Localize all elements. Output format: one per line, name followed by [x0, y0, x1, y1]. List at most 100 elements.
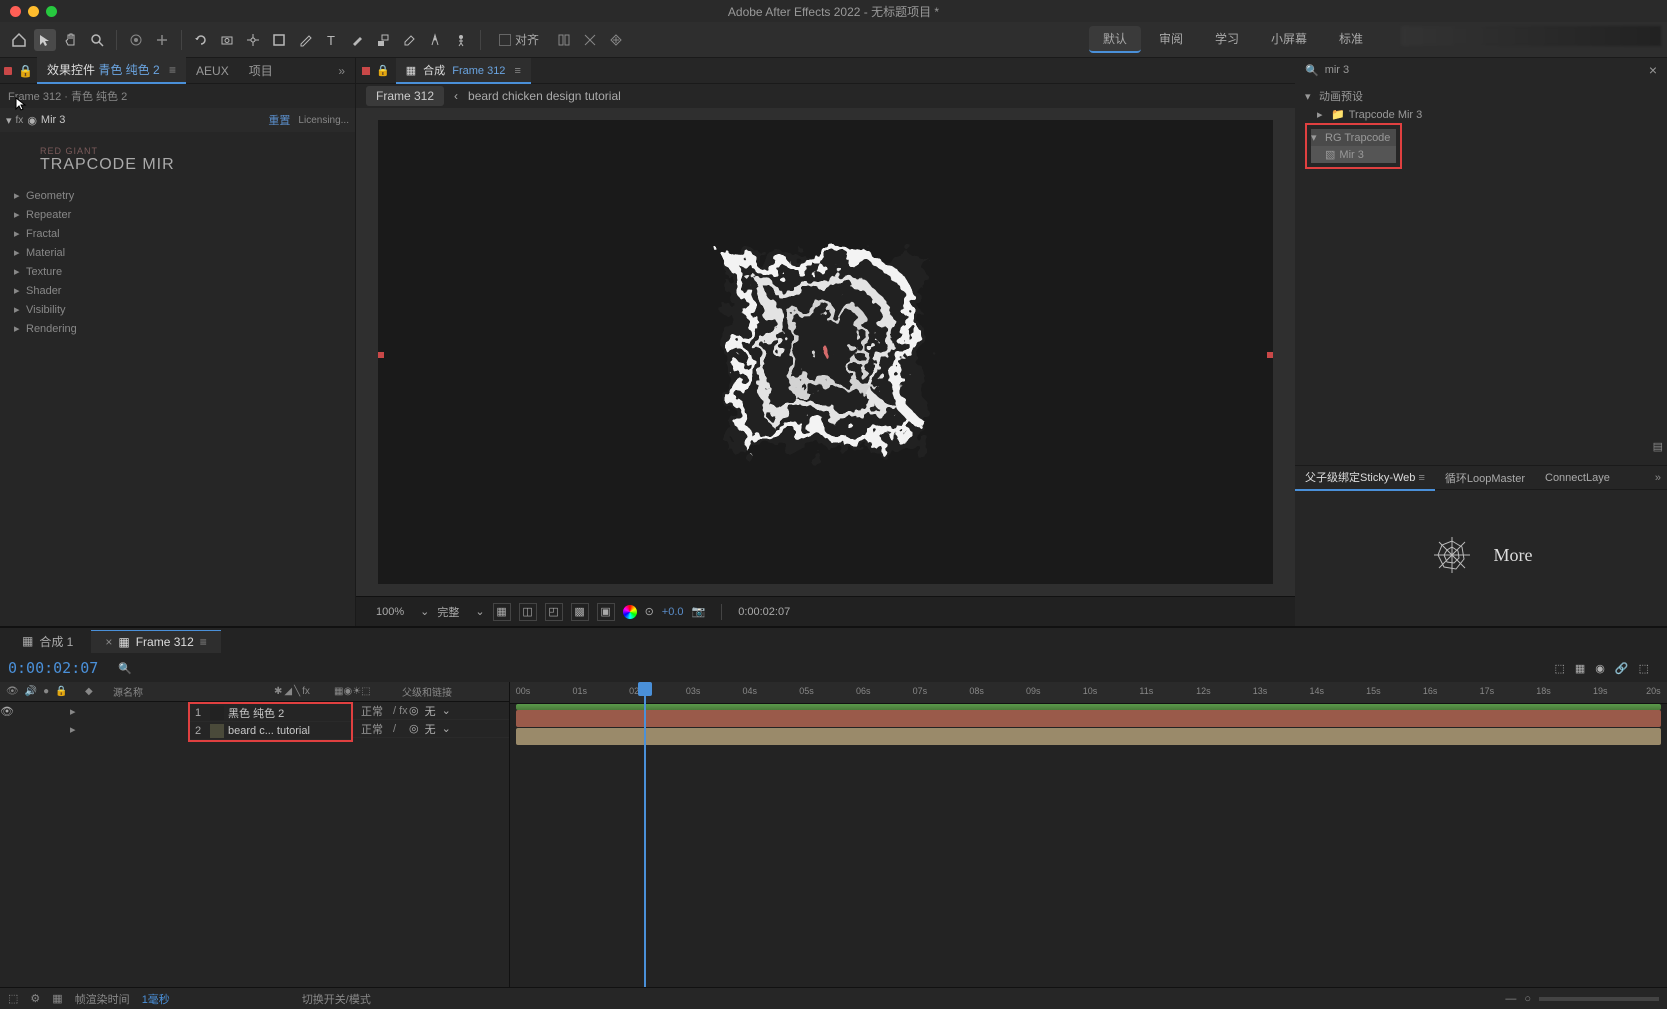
twisty-icon[interactable]: ▾ — [6, 114, 12, 127]
roto-tool-icon[interactable] — [424, 29, 446, 51]
prop-fractal[interactable]: ▸Fractal — [14, 224, 341, 243]
hand-tool-icon[interactable] — [60, 29, 82, 51]
tab-aeux[interactable]: AEUX — [186, 60, 239, 82]
tf-zoom-slider[interactable]: ○ — [1524, 993, 1531, 1005]
home-icon[interactable] — [8, 29, 30, 51]
search-clear-icon[interactable]: × — [1649, 62, 1657, 78]
scripts-overflow-icon[interactable]: » — [1649, 472, 1667, 484]
transparency-icon[interactable]: ▩ — [571, 603, 589, 621]
lock-icon[interactable]: 🔒 — [376, 64, 390, 77]
pen-tool-icon[interactable] — [294, 29, 316, 51]
effect-licensing[interactable]: Licensing... — [298, 115, 349, 126]
panel-close-icon[interactable] — [4, 67, 12, 75]
zoom-tool-icon[interactable] — [86, 29, 108, 51]
layer2-mode[interactable]: 正常 — [361, 721, 383, 737]
layer1-parent[interactable]: 无 — [425, 703, 436, 719]
layer1-visibility[interactable]: 👁 — [0, 705, 14, 718]
eraser-tool-icon[interactable] — [398, 29, 420, 51]
effect-reset[interactable]: 重置 — [268, 112, 290, 128]
exposure-reset-icon[interactable]: ⊙ — [645, 605, 654, 618]
anchor-tool-icon[interactable] — [242, 29, 264, 51]
timeline-tab-frame312[interactable]: ×▦Frame 312≡ — [91, 630, 220, 653]
search-query[interactable]: mir 3 — [1325, 64, 1643, 76]
rotate-tool-icon[interactable] — [190, 29, 212, 51]
orbit-tool-icon[interactable] — [125, 29, 147, 51]
sw-quality-icon[interactable]: ╲ — [294, 686, 300, 697]
snap-opt3-icon[interactable] — [605, 29, 627, 51]
layer-row-2[interactable]: 2 beard c... tutorial — [190, 722, 351, 740]
type-tool-icon[interactable]: T — [320, 29, 342, 51]
panel-resize-icon[interactable]: ▤ — [1653, 440, 1663, 453]
layer2-expand-icon[interactable]: ▸ — [70, 723, 76, 736]
col-parent[interactable]: 父级和链接 — [394, 684, 509, 699]
panel-close-icon[interactable] — [362, 67, 370, 75]
col-label-icon[interactable]: ◆ — [85, 686, 99, 697]
tab-connectlayer[interactable]: ConnectLaye — [1535, 468, 1620, 488]
tl-icon-2[interactable]: ▦ — [1575, 662, 1585, 675]
timeline-tab-comp1[interactable]: ▦合成 1 — [8, 629, 87, 654]
timecode[interactable]: 0:00:02:07 — [8, 659, 98, 677]
workspace-review[interactable]: 审阅 — [1145, 26, 1197, 53]
fx-badge[interactable]: fx — [16, 115, 24, 126]
shape-tool-icon[interactable] — [268, 29, 290, 51]
prop-rendering[interactable]: ▸Rendering — [14, 319, 341, 338]
layer2-parent[interactable]: 无 — [425, 721, 436, 737]
timeline-search-icon[interactable]: 🔍 — [118, 662, 132, 675]
workspace-standard[interactable]: 标准 — [1325, 26, 1377, 53]
col-lock-icon[interactable]: 🔒 — [55, 686, 67, 697]
timeline-ruler[interactable]: 00s 01s 02s 03s 04s 05s 06s 07s 08s 09s … — [510, 682, 1667, 704]
prop-geometry[interactable]: ▸Geometry — [14, 186, 341, 205]
tl-icon-5[interactable]: ⬚ — [1639, 662, 1649, 675]
col-eye-icon[interactable]: 👁 — [6, 686, 19, 697]
layer1-expand-icon[interactable]: ▸ — [70, 705, 76, 718]
colorspace-icon[interactable] — [623, 605, 637, 619]
col-source[interactable]: 源名称 — [113, 688, 143, 699]
snap-opt2-icon[interactable] — [579, 29, 601, 51]
breadcrumb-parent[interactable]: beard chicken design tutorial — [468, 89, 621, 103]
prop-visibility[interactable]: ▸Visibility — [14, 300, 341, 319]
workspace-learn[interactable]: 学习 — [1201, 26, 1253, 53]
tab-loopmaster[interactable]: 循环LoopMaster — [1435, 466, 1535, 490]
sw-adj-icon[interactable]: ☀ — [352, 686, 361, 697]
prop-shader[interactable]: ▸Shader — [14, 281, 341, 300]
clone-tool-icon[interactable] — [372, 29, 394, 51]
layer2-bar[interactable] — [516, 728, 1661, 745]
tree-root[interactable]: ▾动画预设 — [1301, 86, 1661, 106]
snap-checkbox[interactable]: 对齐 — [499, 31, 539, 48]
camera-tool-icon[interactable] — [216, 29, 238, 51]
preview-timecode[interactable]: 0:00:02:07 — [738, 606, 790, 618]
sw-3d-icon[interactable]: ⬚ — [361, 686, 370, 697]
tree-folder-rg[interactable]: ▾RG Trapcode — [1311, 129, 1396, 146]
breadcrumb-current[interactable]: Frame 312 — [366, 86, 444, 106]
snapshot-icon[interactable]: 📷 — [692, 605, 706, 618]
layer2-color[interactable] — [210, 724, 224, 738]
tl-icon-1[interactable]: ⬚ — [1554, 662, 1564, 675]
tab-effect-controls[interactable]: 效果控件 青色 纯色 2 ≡ — [37, 57, 186, 84]
workspace-default[interactable]: 默认 — [1089, 26, 1141, 53]
mask-icon[interactable]: ◫ — [519, 603, 537, 621]
layer2-pickwhip-icon[interactable]: ◎ — [409, 722, 419, 735]
composition-viewer[interactable] — [356, 108, 1295, 596]
tf-icon-1[interactable]: ⬚ — [8, 992, 18, 1005]
pan-tool-icon[interactable] — [151, 29, 173, 51]
switches-toggle[interactable]: 切换开关/模式 — [302, 991, 371, 1007]
prop-material[interactable]: ▸Material — [14, 243, 341, 262]
sw-collapse-icon[interactable]: ◢ — [284, 686, 292, 697]
layer-row-1[interactable]: 1 黑色 纯色 2 — [190, 704, 351, 722]
tf-icon-3[interactable]: ▦ — [52, 992, 62, 1005]
panel-overflow-icon[interactable]: » — [332, 64, 351, 78]
layer1-color[interactable] — [210, 706, 224, 720]
puppet-tool-icon[interactable] — [450, 29, 472, 51]
layer1-pickwhip-icon[interactable]: ◎ — [409, 704, 419, 717]
snap-opt1-icon[interactable] — [553, 29, 575, 51]
col-solo-icon[interactable]: ● — [43, 686, 49, 697]
col-audio-icon[interactable]: 🔊 — [25, 686, 37, 697]
tl-icon-3[interactable]: ◉ — [1595, 662, 1605, 675]
exposure-value[interactable]: +0.0 — [662, 606, 684, 618]
tf-zoom-track[interactable] — [1539, 997, 1659, 1001]
zoom-dropdown[interactable]: 100%⌄ — [376, 605, 429, 618]
tab-composition[interactable]: ▦ 合成 Frame 312 ≡ — [396, 58, 531, 84]
brush-tool-icon[interactable] — [346, 29, 368, 51]
selection-tool-icon[interactable] — [34, 29, 56, 51]
layer1-mode[interactable]: 正常 — [361, 703, 383, 719]
